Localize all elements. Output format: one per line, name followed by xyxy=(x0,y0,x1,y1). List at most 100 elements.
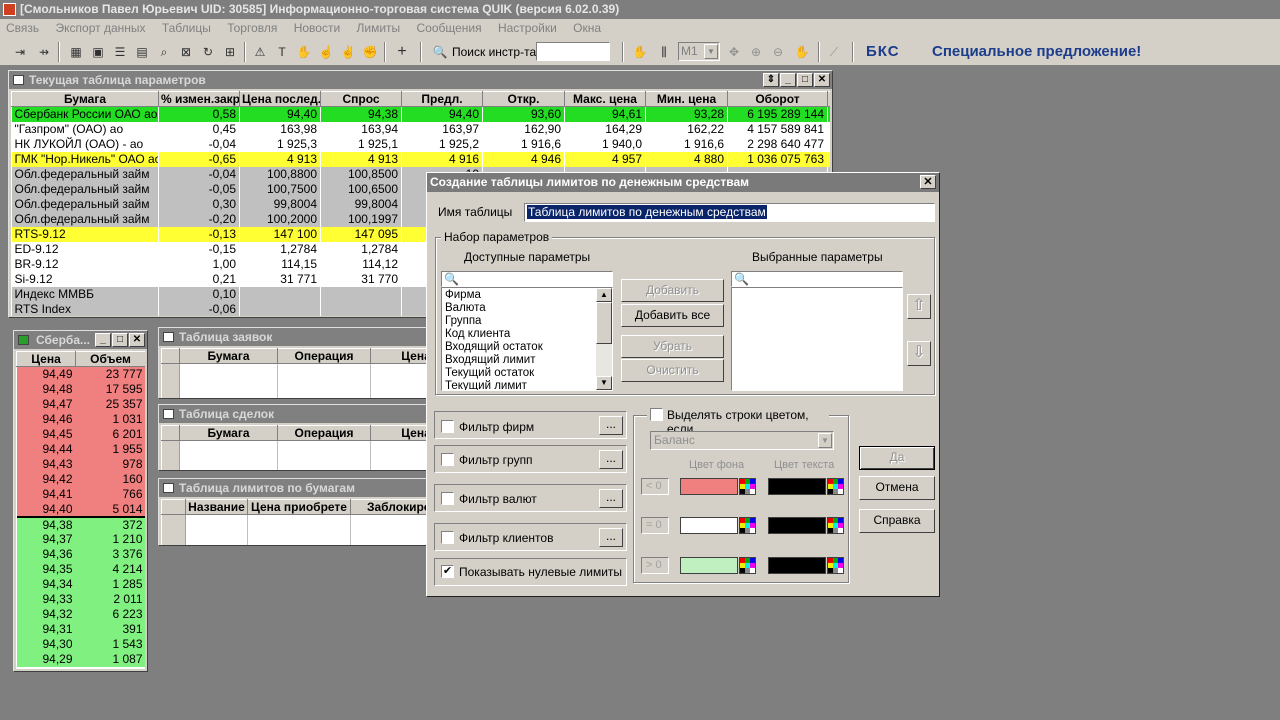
ask-row[interactable]: 94,43 978 xyxy=(16,456,145,472)
maximize-icon[interactable]: □ xyxy=(797,73,813,87)
refresh-icon[interactable]: ↻ xyxy=(198,42,218,62)
alert-icon[interactable]: ⚠ xyxy=(250,42,270,62)
column-header[interactable]: Операция xyxy=(277,348,371,364)
chevron-down-icon[interactable]: ▼ xyxy=(818,433,832,448)
available-filter-input[interactable]: 🔍 xyxy=(441,271,613,287)
column-header[interactable]: Операция xyxy=(277,425,371,441)
cond-text-color-swatch[interactable] xyxy=(768,478,826,495)
maximize-icon[interactable]: □ xyxy=(112,333,128,347)
bid-row[interactable]: 94,35 4 214 xyxy=(16,561,145,577)
close-icon[interactable]: ✕ xyxy=(129,333,145,347)
filter-clients-checkbox[interactable] xyxy=(441,531,454,544)
menu-connection[interactable]: Связь xyxy=(6,21,39,35)
move-up-arrow-icon[interactable]: ⇧ xyxy=(907,294,931,319)
menu-settings[interactable]: Настройки xyxy=(498,21,557,35)
bid-row[interactable]: 94,31 391 xyxy=(16,621,145,637)
text-icon[interactable]: T xyxy=(272,42,292,62)
highlight-checkbox[interactable] xyxy=(650,408,663,421)
special-offer-link[interactable]: Специальное предложение! xyxy=(932,43,1141,60)
find-table-icon[interactable]: ⌕ xyxy=(154,42,174,62)
bid-row[interactable]: 94,30 1 543 xyxy=(16,636,145,652)
zoom-out-icon[interactable]: ⊖ xyxy=(768,42,788,62)
add-button[interactable]: Добавить xyxy=(621,279,724,302)
column-header[interactable]: Цена приобрете xyxy=(247,499,351,515)
column-header[interactable]: Предл. xyxy=(401,91,483,107)
ask-row[interactable]: 94,47 25 357 xyxy=(16,396,145,412)
cond-bg-color-swatch[interactable] xyxy=(680,557,738,574)
move-down-arrow-icon[interactable]: ⇩ xyxy=(907,341,931,366)
column-header[interactable]: % измен.закр. xyxy=(158,91,240,107)
ok-button[interactable]: Да xyxy=(859,446,935,470)
filter-firms-browse-button[interactable]: ... xyxy=(599,416,623,435)
scroll-up-icon[interactable]: ▲ xyxy=(596,288,612,302)
minimize-icon[interactable]: _ xyxy=(780,73,796,87)
cond-text-color-swatch[interactable] xyxy=(768,517,826,534)
bks-logo[interactable]: БКС xyxy=(866,43,900,60)
sell-hand-icon[interactable]: ✌ xyxy=(338,42,358,62)
menu-limits[interactable]: Лимиты xyxy=(356,21,400,35)
table-icon[interactable]: ▦ xyxy=(66,42,86,62)
list-icon[interactable]: ☰ xyxy=(110,42,130,62)
menu-tables[interactable]: Таблицы xyxy=(162,21,211,35)
column-header[interactable]: Откр. xyxy=(482,91,565,107)
instrument-search-input[interactable] xyxy=(536,42,610,61)
cond-text-color-swatch[interactable] xyxy=(768,557,826,574)
disconnect-icon[interactable]: ⇸ xyxy=(34,42,54,62)
filter-currencies-browse-button[interactable]: ... xyxy=(599,489,623,508)
minimize-icon[interactable]: _ xyxy=(95,333,111,347)
filter-firms-checkbox[interactable] xyxy=(441,420,454,433)
bid-row[interactable]: 94,37 1 210 xyxy=(16,531,145,547)
bid-row[interactable]: 94,29 1 087 xyxy=(16,651,145,667)
available-param-item[interactable]: Код клиента xyxy=(445,328,595,341)
column-header[interactable]: Бумага xyxy=(179,425,278,441)
column-header[interactable]: Бумага xyxy=(11,91,159,107)
close-icon[interactable]: ✕ xyxy=(920,175,936,189)
edit-table-icon[interactable]: ▤ xyxy=(132,42,152,62)
column-header[interactable]: Заблокирова xyxy=(350,499,437,515)
scroll-thumb[interactable] xyxy=(596,302,612,344)
export-icon[interactable]: ⊠ xyxy=(176,42,196,62)
line-tool-icon[interactable]: ⟋ xyxy=(824,42,844,62)
color-palette-icon[interactable] xyxy=(739,517,756,534)
interval-select[interactable]: M1 ▼ xyxy=(678,42,720,61)
dialog-title-bar[interactable]: Создание таблицы лимитов по денежным сре… xyxy=(427,173,939,192)
menu-trading[interactable]: Торговля xyxy=(227,21,277,35)
menu-news[interactable]: Новости xyxy=(294,21,340,35)
connect-icon[interactable]: ⇥ xyxy=(10,42,30,62)
ask-row[interactable]: 94,40 5 014 xyxy=(16,501,145,517)
move-icon[interactable]: ✥ xyxy=(724,42,744,62)
bid-row[interactable]: 94,32 6 223 xyxy=(16,606,145,622)
ask-row[interactable]: 94,41 766 xyxy=(16,486,145,502)
scroll-down-icon[interactable]: ▼ xyxy=(596,376,612,390)
stop-hand-icon[interactable]: ✊ xyxy=(360,42,380,62)
color-palette-icon[interactable] xyxy=(827,557,844,574)
menu-export[interactable]: Экспорт данных xyxy=(56,21,146,35)
column-header[interactable]: Макс. цена xyxy=(564,91,646,107)
table-name-input[interactable]: Таблица лимитов по денежным средствам xyxy=(524,203,935,222)
ask-row[interactable]: 94,42 160 xyxy=(16,471,145,487)
remove-button[interactable]: Убрать xyxy=(621,335,724,358)
filter-currencies-checkbox[interactable] xyxy=(441,492,454,505)
column-header[interactable]: Спрос xyxy=(320,91,402,107)
ask-row[interactable]: 94,45 6 201 xyxy=(16,426,145,442)
available-param-item[interactable]: Текущий остаток xyxy=(445,367,595,380)
ask-row[interactable]: 94,44 1 955 xyxy=(16,441,145,457)
ask-row[interactable]: 94,48 17 595 xyxy=(16,381,145,397)
available-list[interactable]: Фирма Валюта Группа Код клиента Входящий ост… xyxy=(441,287,613,391)
pin-icon[interactable]: ⇕ xyxy=(763,73,779,87)
order-book-title-bar[interactable]: Сберба... _ □ ✕ xyxy=(14,331,147,349)
selected-filter-input[interactable]: 🔍 xyxy=(731,271,903,287)
column-header[interactable]: Бумага xyxy=(179,348,278,364)
close-icon[interactable]: ✕ xyxy=(814,73,830,87)
bid-row[interactable]: 94,34 1 285 xyxy=(16,576,145,592)
cancel-button[interactable]: Отмена xyxy=(859,476,935,500)
add-all-button[interactable]: Добавить все xyxy=(621,304,724,327)
menu-messages[interactable]: Сообщения xyxy=(416,21,481,35)
bid-row[interactable]: 94,36 3 376 xyxy=(16,546,145,562)
filter-clients-browse-button[interactable]: ... xyxy=(599,528,623,547)
menu-windows[interactable]: Окна xyxy=(573,21,601,35)
sec-limits-title-bar[interactable]: Таблица лимитов по бумагам xyxy=(159,479,437,497)
grid-icon[interactable]: ⊞ xyxy=(220,42,240,62)
available-param-item[interactable]: Группа xyxy=(445,315,595,328)
color-palette-icon[interactable] xyxy=(739,557,756,574)
